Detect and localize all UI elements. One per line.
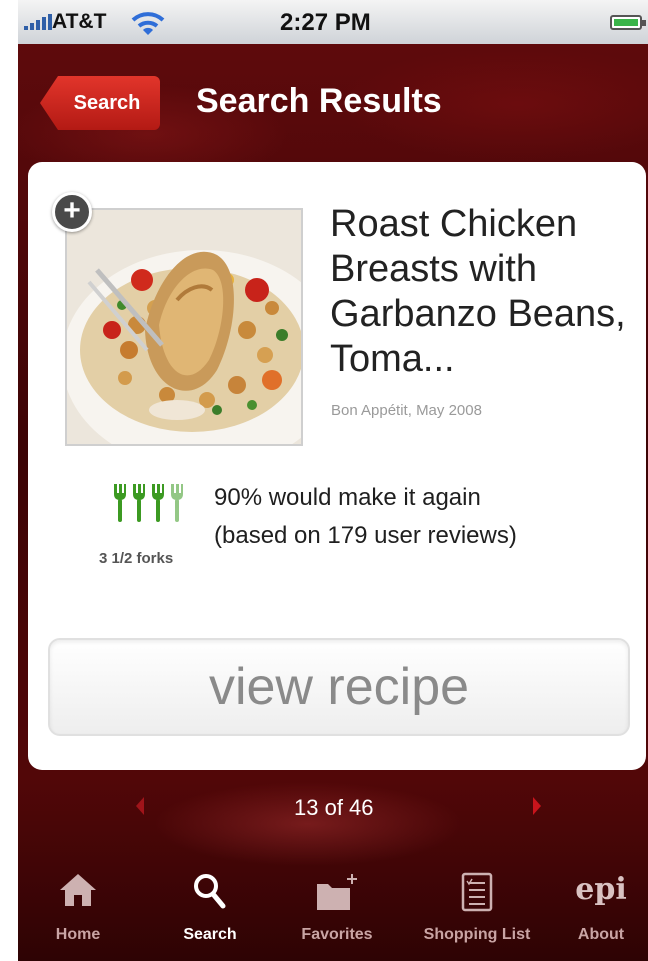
tab-favorites-label: Favorites <box>301 926 373 943</box>
review-count-text: (based on 179 user reviews) <box>214 522 517 549</box>
home-icon <box>60 874 96 906</box>
fork-rating-icon <box>114 484 183 522</box>
fork-mark <box>114 484 126 522</box>
signal-strength-icon <box>24 14 52 30</box>
favorites-folder-icon <box>317 874 357 910</box>
next-result-arrow-icon[interactable] <box>533 797 541 815</box>
add-favorite-plus-icon[interactable]: + <box>52 192 92 232</box>
view-recipe-label: view recipe <box>208 658 470 716</box>
tab-shopping-list[interactable]: Shopping List <box>414 858 540 961</box>
recipe-source: Bon Appétit, May 2008 <box>331 402 482 419</box>
make-again-text: 90% would make it again <box>214 484 481 511</box>
search-icon <box>194 874 226 909</box>
back-search-button[interactable]: Search <box>40 76 160 130</box>
tab-shopping-list-label: Shopping List <box>423 926 531 943</box>
view-recipe-button[interactable]: view recipe <box>48 638 630 736</box>
recipe-title[interactable]: Roast Chicken Breasts with Garbanzo Bean… <box>330 202 630 382</box>
tab-search-label: Search <box>183 926 237 943</box>
epi-logo: epi <box>575 872 627 907</box>
tab-home[interactable]: Home <box>40 858 116 961</box>
recipe-photo-image <box>67 210 301 444</box>
carrier-name: AT&T <box>52 10 107 33</box>
page-title: Search Results <box>196 82 442 120</box>
fork-mark <box>133 484 145 522</box>
fork-mark <box>152 484 164 522</box>
recipe-photo[interactable] <box>65 208 303 446</box>
tab-about-label: About <box>577 926 625 943</box>
fork-rating-label: 3 1/2 forks <box>99 550 174 567</box>
fork-mark <box>171 484 183 522</box>
tab-home-label: Home <box>55 926 101 943</box>
phone-screen: AT&T 2:27 PM Search Search Results + Roa… <box>0 0 648 961</box>
tab-favorites[interactable]: Favorites <box>292 858 382 961</box>
result-pager: 13 of 46 <box>294 795 374 820</box>
wifi-icon <box>131 12 165 35</box>
shopping-list-icon <box>461 872 493 912</box>
previous-result-arrow-icon[interactable] <box>136 797 144 815</box>
status-bar: AT&T 2:27 PM <box>18 0 648 44</box>
tab-search[interactable]: Search <box>172 858 248 961</box>
battery-icon <box>610 15 646 30</box>
status-time: 2:27 PM <box>280 9 371 36</box>
tab-about[interactable]: epi About <box>566 858 636 961</box>
back-button-label: Search <box>73 91 141 114</box>
tab-bar: Home Search Favorites Shopping List epi … <box>18 858 648 961</box>
